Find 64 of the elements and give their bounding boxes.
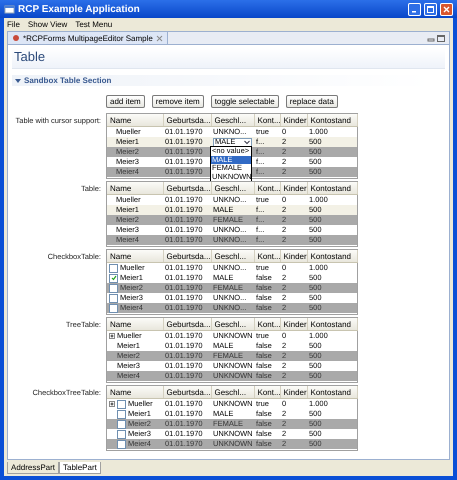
column-header[interactable]: Name	[107, 114, 163, 126]
maximize-icon	[427, 6, 434, 12]
action-button[interactable]: replace data	[286, 95, 338, 108]
column-header[interactable]: Kinder	[280, 114, 307, 126]
column-header[interactable]: Geburtsda...	[163, 386, 211, 398]
column-header[interactable]: Kontostand	[307, 182, 357, 194]
action-button[interactable]: toggle selectable	[210, 95, 279, 108]
column-header[interactable]: Kont...	[254, 182, 280, 194]
column-header[interactable]: Kontostand	[307, 114, 357, 126]
column-header[interactable]: Name	[107, 250, 163, 262]
minimize-button[interactable]	[408, 2, 421, 16]
column-header[interactable]: Kinder	[280, 386, 307, 398]
column-header[interactable]: Kontostand	[307, 318, 357, 330]
column-header[interactable]: Name	[107, 318, 163, 330]
column-header[interactable]: Geburtsda...	[163, 250, 211, 262]
column-header[interactable]: Kontostand	[307, 386, 357, 398]
checkbox[interactable]	[117, 420, 126, 428]
maximize-icon[interactable]	[437, 34, 445, 42]
expand-icon[interactable]	[109, 401, 115, 407]
editor-icon	[12, 34, 20, 42]
checkbox[interactable]	[117, 440, 126, 448]
part-tab[interactable]: AddressPart	[7, 462, 60, 474]
expand-icon[interactable]	[109, 333, 115, 339]
toggle-icon[interactable]	[15, 78, 21, 84]
checkbox[interactable]	[109, 294, 118, 302]
column-header[interactable]: Geschl...	[211, 318, 254, 330]
column-header[interactable]: Geschl...	[211, 250, 254, 262]
checkbox[interactable]	[109, 304, 118, 312]
column-header[interactable]: Name	[107, 386, 163, 398]
app-icon	[4, 4, 15, 14]
checkbox[interactable]	[117, 400, 126, 408]
column-header[interactable]: Kont...	[254, 386, 280, 398]
action-button[interactable]: remove item	[152, 95, 204, 108]
checkbox[interactable]	[117, 430, 126, 438]
close-icon	[443, 6, 450, 12]
action-button[interactable]: add item	[106, 95, 145, 108]
window-title: RCP Example Application	[18, 4, 141, 14]
column-header[interactable]: Geschl...	[211, 182, 254, 194]
column-header[interactable]: Geburtsda...	[163, 318, 211, 330]
column-header[interactable]: Geschl...	[211, 386, 254, 398]
column-header[interactable]: Name	[107, 182, 163, 194]
close-icon[interactable]	[156, 34, 163, 42]
column-header[interactable]: Kont...	[254, 114, 280, 126]
column-header[interactable]: Kontostand	[307, 250, 357, 262]
menu-item[interactable]: Test Menu	[75, 20, 112, 28]
menu-item[interactable]: Show View	[28, 20, 68, 28]
column-header[interactable]: Geschl...	[211, 114, 254, 126]
checkbox[interactable]	[109, 264, 118, 272]
part-tab[interactable]: TablePart	[59, 462, 101, 474]
editor-tab[interactable]: *RCPForms MultipageEditor Sample	[8, 32, 168, 44]
checkbox[interactable]	[109, 274, 118, 282]
column-header[interactable]: Geburtsda...	[163, 182, 211, 194]
maximize-button[interactable]	[424, 2, 437, 16]
column-header[interactable]: Kinder	[280, 250, 307, 262]
menu-item[interactable]: File	[7, 20, 20, 28]
column-header[interactable]: Kinder	[280, 318, 307, 330]
column-header[interactable]: Geburtsda...	[163, 114, 211, 126]
column-header[interactable]: Kinder	[280, 182, 307, 194]
close-button[interactable]	[440, 2, 453, 16]
section-title: Sandbox Table Section	[24, 76, 112, 85]
column-header[interactable]: Kont...	[254, 250, 280, 262]
checkbox[interactable]	[109, 284, 118, 292]
checkbox[interactable]	[117, 410, 126, 418]
column-header[interactable]: Kont...	[254, 318, 280, 330]
